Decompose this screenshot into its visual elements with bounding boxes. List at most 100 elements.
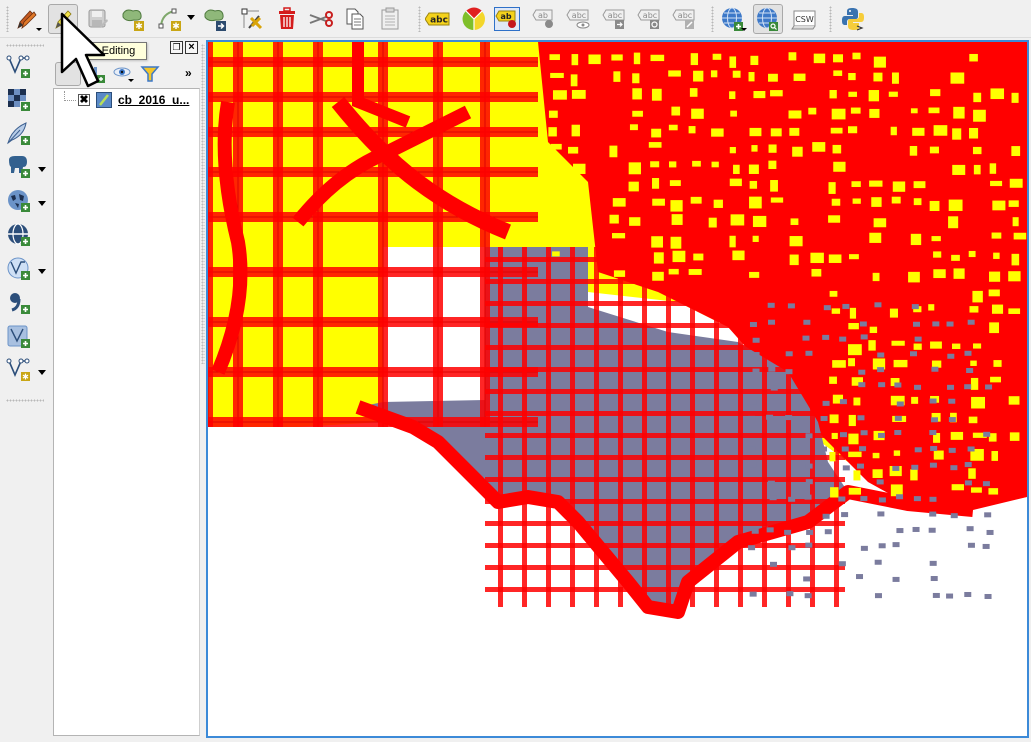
polygon-interior: [857, 463, 865, 469]
polygon-interior: [549, 216, 559, 223]
polygon-interior: [877, 367, 885, 373]
polygon-interior: [793, 73, 806, 81]
polygon-interior: [929, 200, 940, 212]
toolbar-grip[interactable]: [829, 6, 832, 32]
label-pin-grey-icon: ab: [532, 9, 553, 28]
float-panel-button[interactable]: ❐: [170, 41, 183, 54]
toolbar-grip[interactable]: [6, 399, 44, 402]
polygon-interior: [913, 198, 922, 206]
add-feature-button[interactable]: ✱: [118, 4, 148, 34]
polygon-interior: [929, 146, 939, 154]
polygon-interior: [652, 198, 665, 206]
layer-diagram-button[interactable]: [459, 4, 489, 34]
show-hide-labels-button[interactable]: abc: [564, 4, 594, 34]
add-spatialite-layer-button[interactable]: [4, 119, 34, 149]
polygon-interior: [982, 481, 990, 487]
polygon-interior: [966, 368, 974, 374]
polygon-interior: [951, 484, 964, 491]
vertex-band: [208, 57, 538, 67]
highlight-pinned-labels-button[interactable]: ab: [529, 4, 559, 34]
polygon-interior: [752, 337, 760, 343]
polygon-interior: [770, 90, 783, 97]
paste-features-button[interactable]: [375, 4, 405, 34]
add-wms-wmts-layer-button[interactable]: [4, 186, 34, 216]
svg-text:✱: ✱: [172, 22, 180, 32]
more-tools-button[interactable]: »: [185, 66, 192, 80]
metasearch-button[interactable]: [753, 4, 783, 34]
copy-features-button[interactable]: [340, 4, 370, 34]
polygon-interior: [770, 197, 784, 203]
add-wcs-layer-button[interactable]: [4, 220, 34, 250]
polygon-interior: [806, 529, 814, 535]
polygon-interior: [1008, 396, 1020, 405]
layer-name[interactable]: cb_2016_u...: [118, 93, 189, 107]
cut-features-button[interactable]: [306, 4, 336, 34]
add-vector-layer-button[interactable]: [4, 52, 34, 82]
move-feature-button[interactable]: [200, 4, 230, 34]
polygon-interior: [788, 496, 796, 502]
pin-labels-button[interactable]: ab: [494, 7, 520, 31]
polygon-interior: [912, 321, 920, 327]
new-layer-dropdown-icon[interactable]: [38, 370, 46, 375]
polygon-interior: [911, 396, 919, 404]
add-polygon-icon: ✱: [122, 9, 144, 32]
add-raster-layer-button[interactable]: [4, 85, 34, 115]
add-wfs-layer-button[interactable]: [4, 254, 34, 284]
polygon-interior: [651, 88, 662, 101]
polygon-interior: [813, 53, 826, 64]
polygon-interior: [553, 232, 568, 240]
polygon-interior: [612, 233, 626, 239]
vertex-tool-button[interactable]: ✱: [155, 4, 185, 34]
panel-splitter[interactable]: [201, 44, 205, 364]
polygon-interior: [628, 162, 641, 175]
polygon-interior: [896, 528, 904, 534]
polygon-interior: [968, 250, 976, 258]
toolbar-grip[interactable]: [6, 6, 9, 32]
toolbar-grip[interactable]: [418, 6, 421, 32]
polygon-interior: [671, 106, 681, 116]
polygon-interior: [768, 366, 776, 372]
toolbar-grip[interactable]: [6, 44, 44, 47]
csw-button[interactable]: CSW: [789, 4, 819, 34]
change-label-button[interactable]: abc: [670, 4, 700, 34]
polygon-interior: [910, 108, 918, 114]
rotate-label-button[interactable]: abc: [635, 4, 665, 34]
polygon-interior: [693, 70, 704, 82]
filter-legend-button[interactable]: [140, 64, 160, 84]
wfs-dropdown-icon[interactable]: [38, 269, 46, 274]
polygon-interior: [568, 233, 576, 243]
close-panel-button[interactable]: ×: [185, 41, 198, 54]
new-shapefile-layer-button[interactable]: ✱: [4, 355, 34, 385]
polygon-interior: [894, 430, 902, 436]
add-postgis-layer-button[interactable]: [4, 152, 34, 182]
data-source-toolbar: ✱: [0, 38, 52, 418]
polygon-interior: [792, 146, 803, 157]
polygon-interior: [873, 218, 887, 228]
move-label-button[interactable]: abc: [600, 4, 630, 34]
node-tool-button[interactable]: [237, 4, 267, 34]
polygon-interior: [650, 54, 665, 62]
layer-tree[interactable]: ✖ cb_2016_u...: [53, 88, 200, 736]
polygon-interior: [872, 469, 883, 478]
wms-wmts-dropdown-icon[interactable]: [38, 201, 46, 206]
polygon-interior: [964, 462, 972, 468]
add-virtual-layer-button[interactable]: [4, 322, 34, 352]
node-tool-icon: [241, 8, 263, 30]
polygon-interior: [552, 90, 567, 100]
vertex-band: [485, 323, 845, 328]
polygon-interior: [769, 495, 777, 501]
map-canvas[interactable]: [206, 40, 1029, 738]
polygon-interior: [913, 343, 922, 350]
wms-dropdown-icon[interactable]: [741, 28, 747, 31]
add-delimited-text-layer-button[interactable]: [4, 288, 34, 318]
postgis-dropdown-icon[interactable]: [38, 167, 46, 172]
toolbar-grip[interactable]: [711, 6, 714, 32]
python-console-button[interactable]: [838, 4, 868, 34]
polygon-interior: [892, 465, 900, 471]
polygon-interior: [967, 319, 975, 325]
delete-selected-button[interactable]: [272, 4, 302, 34]
vertex-tool-dropdown-icon[interactable]: [187, 15, 195, 20]
current-edits-dropdown-icon[interactable]: [36, 28, 42, 31]
layer-labeling-button[interactable]: abc: [423, 4, 453, 34]
svg-text:abc: abc: [430, 16, 448, 26]
